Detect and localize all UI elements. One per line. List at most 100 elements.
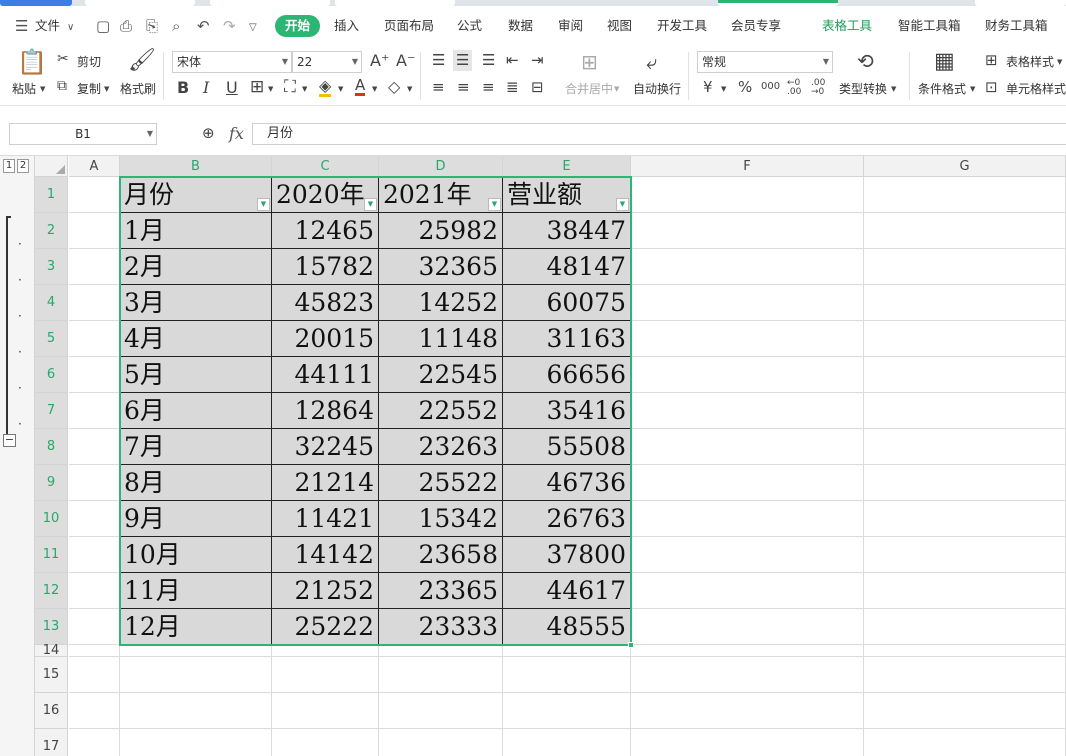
table-cell[interactable]: 5月 xyxy=(120,357,272,393)
tab-view[interactable]: 视图 xyxy=(607,15,632,37)
redo-icon[interactable]: ↷ xyxy=(223,18,236,34)
table-cell[interactable]: 44617 xyxy=(503,573,631,609)
table-cell[interactable]: 1月 xyxy=(120,213,272,249)
table-cell[interactable]: 9月 xyxy=(120,501,272,537)
cell-g11[interactable] xyxy=(864,537,1066,573)
cell-g10[interactable] xyxy=(864,501,1066,537)
wrap-text-button[interactable]: 自动换行 xyxy=(633,81,681,97)
row-header-2[interactable]: 2 xyxy=(35,213,68,249)
cell-a2[interactable] xyxy=(69,213,120,249)
table-cell[interactable]: 14142 xyxy=(272,537,379,573)
table-cell[interactable]: 3月 xyxy=(120,285,272,321)
cell-a9[interactable] xyxy=(69,465,120,501)
tab-review[interactable]: 审阅 xyxy=(558,15,583,37)
cell-e16[interactable] xyxy=(503,693,631,729)
table-cell[interactable]: 11月 xyxy=(120,573,272,609)
cell-a5[interactable] xyxy=(69,321,120,357)
cell-f16[interactable] xyxy=(631,693,864,729)
merge-center-icon[interactable]: ⊞ xyxy=(581,52,598,72)
decrease-indent-icon[interactable]: ⇤ xyxy=(506,53,519,68)
align-center-icon[interactable]: ≡ xyxy=(457,80,470,95)
tab-formulas[interactable]: 公式 xyxy=(457,15,482,37)
scissors-icon[interactable]: ✂ xyxy=(57,52,69,66)
table-cell[interactable]: 12月 xyxy=(120,609,272,645)
fill-handle[interactable] xyxy=(628,642,634,648)
cell-a15[interactable] xyxy=(69,657,120,693)
cell-g15[interactable] xyxy=(864,657,1066,693)
row-header-9[interactable]: 9 xyxy=(35,465,68,501)
cell-f3[interactable] xyxy=(631,249,864,285)
cell-f7[interactable] xyxy=(631,393,864,429)
cell-a7[interactable] xyxy=(69,393,120,429)
column-header-a[interactable]: A xyxy=(69,156,120,177)
align-top-icon[interactable]: ☰ xyxy=(432,53,445,68)
row-header-10[interactable]: 10 xyxy=(35,501,68,537)
table-cell[interactable]: 12864 xyxy=(272,393,379,429)
paste-icon[interactable]: 📋 xyxy=(17,50,47,74)
print-preview-icon[interactable]: ⌕ xyxy=(172,18,180,34)
cell-f8[interactable] xyxy=(631,429,864,465)
row-header-11[interactable]: 11 xyxy=(35,537,68,573)
table-cell[interactable]: 60075 xyxy=(503,285,631,321)
select-all-corner[interactable] xyxy=(35,156,68,177)
format-painter-button[interactable]: 格式刷 xyxy=(120,81,156,97)
cell-b14[interactable] xyxy=(120,645,272,657)
table-cell[interactable]: 44111 xyxy=(272,357,379,393)
borders-icon[interactable]: ⊞ xyxy=(250,79,264,96)
percent-icon[interactable]: % xyxy=(738,80,752,95)
table-cell[interactable]: 21252 xyxy=(272,573,379,609)
table-cell[interactable]: 31163 xyxy=(503,321,631,357)
table-border-style-icon[interactable]: ⛶ xyxy=(284,79,296,96)
name-box[interactable]: B1 ▼ xyxy=(9,123,157,145)
row-header-12[interactable]: 12 xyxy=(35,573,68,609)
cell-g14[interactable] xyxy=(864,645,1066,657)
cell-c17[interactable] xyxy=(272,729,379,756)
filter-dropdown-icon[interactable]: ▼ xyxy=(488,198,501,211)
table-style-dropdown-icon[interactable]: ▼ xyxy=(1057,59,1062,66)
italic-icon[interactable]: I xyxy=(203,80,209,96)
fill-color-dropdown-icon[interactable]: ▼ xyxy=(338,86,343,93)
cell-f9[interactable] xyxy=(631,465,864,501)
table-cell[interactable]: 23365 xyxy=(379,573,503,609)
increase-font-size-icon[interactable]: A⁺ xyxy=(370,53,389,69)
tab-data[interactable]: 数据 xyxy=(508,15,533,37)
tab-insert[interactable]: 插入 xyxy=(334,15,359,37)
row-header-1[interactable]: 1 xyxy=(35,177,68,213)
align-left-icon[interactable]: ≡ xyxy=(432,80,445,95)
row-header-14[interactable]: 14 xyxy=(35,644,68,657)
increase-indent-icon[interactable]: ⇥ xyxy=(531,53,544,68)
table-style-icon[interactable]: ⊞ xyxy=(985,53,998,68)
save-icon[interactable]: ▢ xyxy=(96,18,110,34)
paste-dropdown-icon[interactable]: ▼ xyxy=(40,86,45,93)
conditional-format-icon[interactable]: ▦ xyxy=(934,51,955,73)
cell-g13[interactable] xyxy=(864,609,1066,645)
cell-g17[interactable] xyxy=(864,729,1066,756)
cell-d17[interactable] xyxy=(379,729,503,756)
cell-g6[interactable] xyxy=(864,357,1066,393)
table-cell[interactable]: 35416 xyxy=(503,393,631,429)
table-header-cell[interactable]: 营业额 ▼ xyxy=(503,177,631,213)
table-cell[interactable]: 32245 xyxy=(272,429,379,465)
cell-g5[interactable] xyxy=(864,321,1066,357)
number-format-select[interactable]: 常规 ▼ xyxy=(697,51,833,73)
cell-a11[interactable] xyxy=(69,537,120,573)
currency-dropdown-icon[interactable]: ▼ xyxy=(721,86,726,93)
cell-g9[interactable] xyxy=(864,465,1066,501)
table-cell[interactable]: 25522 xyxy=(379,465,503,501)
cell-g12[interactable] xyxy=(864,573,1066,609)
outline-level-1-button[interactable]: 1 xyxy=(3,159,15,173)
row-header-8[interactable]: 8 xyxy=(35,429,68,465)
cell-f10[interactable] xyxy=(631,501,864,537)
row-header-7[interactable]: 7 xyxy=(35,393,68,429)
cell-f15[interactable] xyxy=(631,657,864,693)
row-header-13[interactable]: 13 xyxy=(35,609,68,645)
cell-g7[interactable] xyxy=(864,393,1066,429)
font-color-dropdown-icon[interactable]: ▼ xyxy=(372,86,377,93)
table-header-cell[interactable]: 月份 ▼ xyxy=(120,177,272,213)
filter-dropdown-icon[interactable]: ▼ xyxy=(257,198,270,211)
insert-function-icon[interactable]: fx xyxy=(229,126,244,142)
type-convert-button[interactable]: 类型转换 xyxy=(839,81,887,97)
cell-a13[interactable] xyxy=(69,609,120,645)
align-bottom-icon[interactable]: ☰ xyxy=(482,53,495,68)
cell-d14[interactable] xyxy=(379,645,503,657)
